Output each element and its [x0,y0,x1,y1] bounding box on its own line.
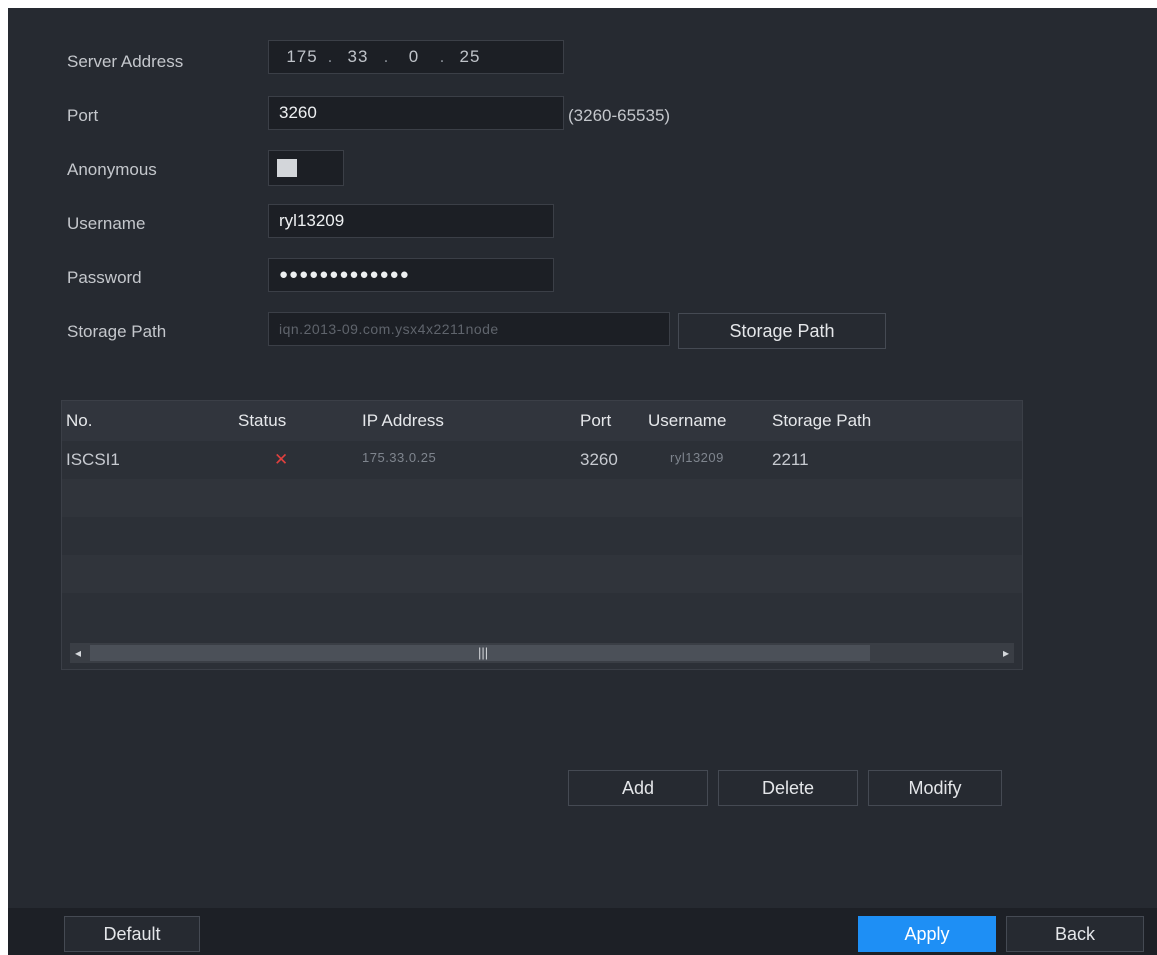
password-label: Password [67,268,142,287]
table-row-empty [62,593,1022,631]
back-button[interactable]: Back [1006,916,1144,952]
cell-ip-address: 175.33.0.25 [362,450,437,465]
iscsi-settings-panel: Server Address 175. 33. 0. 25 Port 3260 (32… [8,8,1157,955]
table-row[interactable]: ISCSI1 ✕ 175.33.0.25 3260 ryl13209 2211 [62,441,1022,479]
storage-path-label: Storage Path [67,322,167,341]
apply-button[interactable]: Apply [858,916,996,952]
default-button[interactable]: Default [64,916,200,952]
horizontal-scrollbar[interactable]: ◂ ||| ▸ [70,643,1014,663]
port-label: Port [67,106,99,125]
server-address-input[interactable]: 175. 33. 0. 25 [268,40,564,74]
modify-button[interactable]: Modify [868,770,1002,806]
error-x-icon: ✕ [274,450,289,469]
anonymous-label: Anonymous [67,160,157,179]
delete-button[interactable]: Delete [718,770,858,806]
arrow-right-icon[interactable]: ▸ [998,643,1014,663]
table-header: No. Status IP Address Port Username Stor… [62,401,1022,441]
table-row-empty [62,555,1022,593]
ip-separator: . [439,47,445,66]
cell-username: ryl13209 [670,450,724,465]
ip-octet-2[interactable]: 33 [335,41,381,73]
ip-separator: . [383,47,389,66]
ip-octet-3[interactable]: 0 [391,41,437,73]
username-label: Username [67,214,146,233]
cell-no: ISCSI1 [66,450,120,469]
server-address-label: Server Address [67,52,184,71]
column-header-ip-address[interactable]: IP Address [362,411,444,431]
column-header-username[interactable]: Username [648,411,726,431]
column-header-storage-path[interactable]: Storage Path [772,411,871,431]
anonymous-toggle[interactable] [268,150,344,186]
ip-separator: . [327,47,333,66]
table-row-empty [62,517,1022,555]
username-input[interactable]: ryl13209 [268,204,554,238]
toggle-knob [277,159,297,177]
cell-port: 3260 [580,450,618,469]
footer-bar: Default Apply Back [8,908,1157,955]
table-row-empty [62,479,1022,517]
arrow-left-icon[interactable]: ◂ [70,643,86,663]
storage-path-button[interactable]: Storage Path [678,313,886,349]
storage-path-input: iqn.2013-09.com.ysx4x2211node [268,312,670,346]
cell-storage-path: 2211 [772,450,809,469]
column-header-status[interactable]: Status [238,411,286,431]
grip-icon: ||| [478,645,489,660]
column-header-port[interactable]: Port [580,411,611,431]
add-button[interactable]: Add [568,770,708,806]
port-range-hint: (3260-65535) [568,106,671,125]
password-input[interactable]: ●●●●●●●●●●●●● [268,258,554,292]
column-header-no[interactable]: No. [66,411,92,431]
port-input[interactable]: 3260 [268,96,564,130]
iscsi-table: No. Status IP Address Port Username Stor… [61,400,1023,670]
ip-octet-1[interactable]: 175 [279,41,325,73]
ip-octet-4[interactable]: 25 [447,41,493,73]
